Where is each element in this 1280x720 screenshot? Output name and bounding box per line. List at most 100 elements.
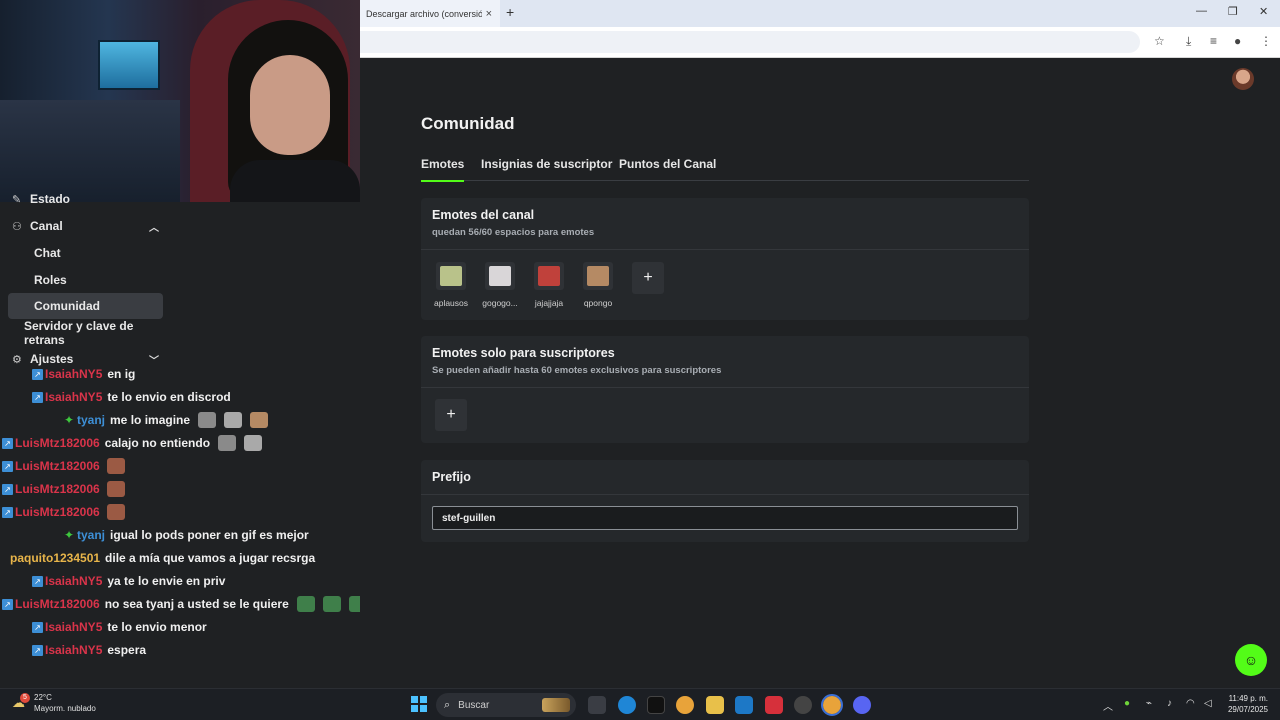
task-view-icon[interactable]: [588, 696, 606, 714]
extension-icon[interactable]: ●: [1234, 34, 1241, 48]
clock[interactable]: 11:49 p. m. 29/07/2025: [1222, 693, 1268, 715]
chat-text: calajo no entiendo: [104, 436, 211, 450]
chat-username[interactable]: IsaiahNY5: [45, 620, 102, 634]
new-tab-button[interactable]: +: [506, 4, 514, 20]
chat-text: igual lo pods poner en gif es mejor: [110, 528, 309, 542]
card-title: Emotes solo para suscriptores: [432, 346, 615, 360]
office-icon[interactable]: [765, 696, 783, 714]
sidebar-item-servidor[interactable]: Servidor y clave de retrans: [8, 319, 170, 347]
chat-username[interactable]: LuisMtz182006: [15, 436, 100, 450]
badge-icon: ↗: [2, 506, 13, 518]
close-window-icon[interactable]: ✕: [1259, 5, 1268, 18]
chat-username[interactable]: IsaiahNY5: [45, 643, 102, 657]
gear-icon: ⚙: [12, 353, 22, 366]
minimize-icon[interactable]: —: [1196, 5, 1207, 17]
chat-username[interactable]: IsaiahNY5: [45, 367, 102, 381]
tiktok-icon[interactable]: [647, 696, 665, 714]
volume-icon[interactable]: ◁: [1204, 698, 1212, 709]
add-sub-emote-button[interactable]: +: [435, 399, 467, 431]
badge-icon: ↗: [2, 598, 13, 610]
tab-puntos[interactable]: Puntos del Canal: [619, 157, 716, 181]
media-icon[interactable]: ≡: [1210, 34, 1217, 48]
close-tab-icon[interactable]: ×: [486, 8, 492, 20]
restore-icon[interactable]: ❐: [1228, 5, 1238, 18]
emote-image: [485, 262, 515, 290]
sub-emotes-card: Emotes solo para suscriptores Se pueden …: [421, 336, 1029, 443]
page-title: Comunidad: [421, 114, 515, 133]
obs-icon[interactable]: [794, 696, 812, 714]
chat-username[interactable]: paquito1234501: [10, 551, 100, 565]
chat-username[interactable]: tyanj: [77, 413, 105, 427]
download-icon[interactable]: ⤓: [1186, 34, 1191, 49]
chat-emote: [198, 412, 217, 428]
chat-message: ↗ LuisMtz182006 no sea tyanj a usted se le…: [2, 594, 367, 614]
moderator-badge-icon: ✦: [64, 413, 75, 427]
chat-message: ↗ IsaiahNY5 espera: [32, 640, 146, 660]
edge-icon[interactable]: [618, 696, 636, 714]
emote-tile[interactable]: jajajjaja: [527, 262, 571, 308]
tab-emotes[interactable]: Emotes: [421, 157, 465, 182]
badge-icon: ↗: [32, 644, 43, 656]
tab-insignias[interactable]: Insignias de suscriptor: [481, 157, 612, 181]
emote-name: gogogo...: [482, 298, 518, 308]
chat-username[interactable]: LuisMtz182006: [15, 505, 100, 519]
chat-username[interactable]: IsaiahNY5: [45, 390, 102, 404]
chat-username[interactable]: tyanj: [77, 528, 105, 542]
taskbar: ☁ 5 22°C Mayorm. nublado ⌕ Buscar ︿ ● ⌁ …: [0, 688, 1280, 720]
search-highlight-image: [542, 698, 570, 712]
badge-icon: ↗: [32, 575, 43, 587]
chat-username[interactable]: IsaiahNY5: [45, 574, 102, 588]
store-icon[interactable]: [735, 696, 753, 714]
weather-widget[interactable]: ☁ 5 22°C Mayorm. nublado: [12, 692, 96, 714]
chat-username[interactable]: LuisMtz182006: [15, 597, 100, 611]
sidebar-item-chat[interactable]: Chat: [8, 240, 163, 266]
emote-tile[interactable]: aplausos: [429, 262, 473, 308]
chat-emote: [296, 596, 315, 612]
sidebar-item-comunidad[interactable]: Comunidad: [8, 293, 163, 319]
chat-emote: [218, 435, 237, 451]
chat-username[interactable]: LuisMtz182006: [15, 482, 100, 496]
chat-message: ↗ IsaiahNY5 te lo envio en discrod: [32, 387, 231, 407]
chat-message: ↗ IsaiahNY5 te lo envio menor: [32, 617, 207, 637]
windows-start-icon[interactable]: [411, 696, 427, 712]
microphone-icon[interactable]: ♪: [1167, 698, 1172, 709]
chrome-active-icon[interactable]: [821, 694, 843, 716]
add-emote-button[interactable]: +: [632, 262, 664, 294]
file-explorer-icon[interactable]: [706, 696, 724, 714]
sidebar-item-label: Roles: [34, 273, 67, 287]
chat-username[interactable]: LuisMtz182006: [15, 459, 100, 473]
badge-icon: ↗: [32, 621, 43, 633]
card-title: Prefijo: [432, 470, 471, 484]
sidebar-item-partial[interactable]: ✎ Estado: [8, 194, 163, 206]
taskbar-search[interactable]: ⌕ Buscar: [436, 693, 576, 717]
sidebar-item-roles[interactable]: Roles: [8, 267, 163, 293]
clock-time: 11:49 p. m.: [1228, 694, 1268, 703]
sidebar-item-canal[interactable]: ⚇ Canal ︿: [8, 213, 163, 239]
sidebar-item-label: Estado: [30, 194, 71, 206]
sidebar: ✎ Estado ⚇ Canal ︿ Chat Roles Comunidad …: [0, 194, 170, 368]
emote-tile[interactable]: qpongo: [576, 262, 620, 308]
address-field[interactable]: [360, 31, 1140, 53]
emote-tile[interactable]: gogogo...: [478, 262, 522, 308]
menu-icon[interactable]: ⋮: [1260, 34, 1272, 48]
support-chat-button[interactable]: ☺: [1235, 644, 1267, 676]
chat-message: ↗ LuisMtz182006: [2, 479, 125, 499]
chat-message: ↗ LuisMtz182006: [2, 502, 125, 522]
browser-tab[interactable]: Descargar archivo (conversión ×: [360, 0, 500, 27]
divider: [421, 387, 1029, 388]
chevron-up-icon[interactable]: ︿: [1103, 698, 1113, 713]
app-tray-icon[interactable]: ●: [1124, 698, 1130, 709]
network-icon[interactable]: ⌁: [1146, 698, 1152, 709]
prefix-input[interactable]: [432, 506, 1018, 530]
discord-icon[interactable]: [853, 696, 871, 714]
star-icon[interactable]: ☆: [1154, 34, 1165, 48]
browser-tab-title: Descargar archivo (conversión: [366, 8, 482, 19]
chrome-icon[interactable]: [676, 696, 694, 714]
chevron-down-icon: ﹀: [149, 355, 159, 367]
emote-name: aplausos: [433, 298, 469, 308]
sidebar-item-label: Comunidad: [34, 299, 100, 313]
chat-text: ya te lo envie en priv: [107, 574, 226, 588]
avatar[interactable]: [1232, 68, 1254, 90]
wifi-icon[interactable]: ◠: [1186, 698, 1195, 709]
main-content: Comunidad Emotes Insignias de suscriptor…: [360, 58, 1280, 688]
